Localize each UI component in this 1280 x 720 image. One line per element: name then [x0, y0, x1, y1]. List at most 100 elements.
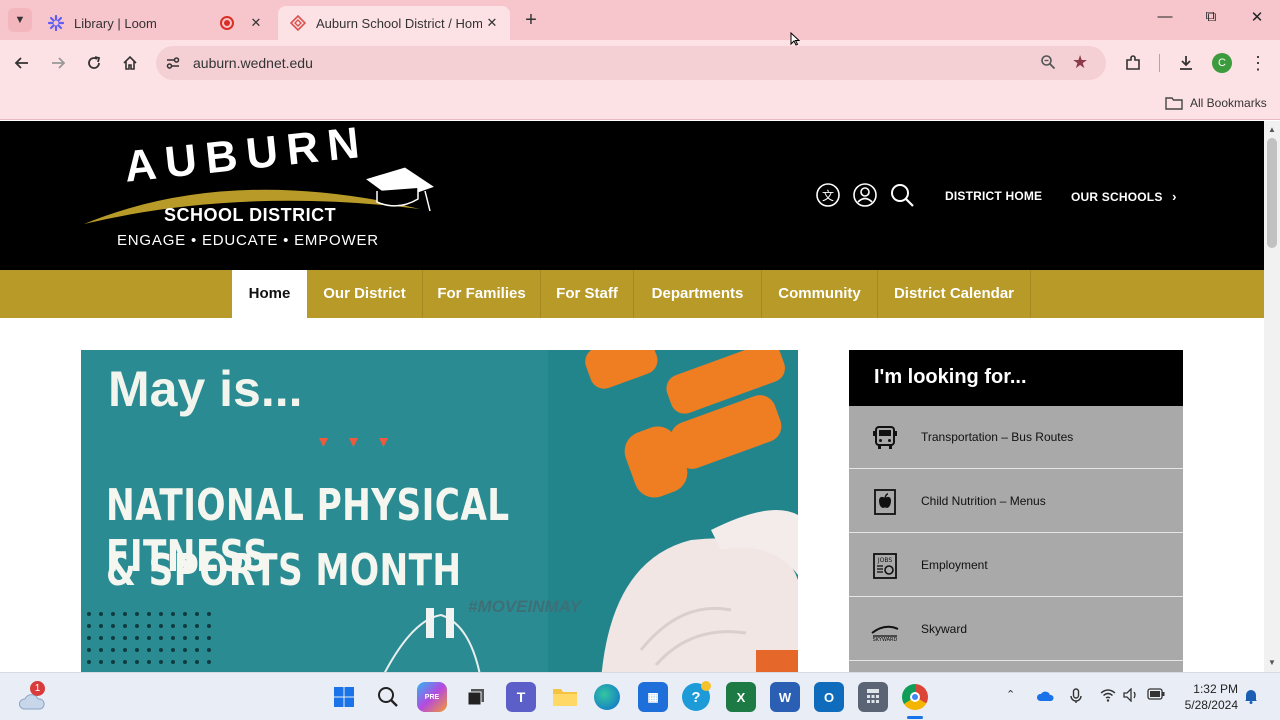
looking-for-label: Skyward	[921, 622, 968, 636]
svg-text:文: 文	[822, 188, 834, 203]
reload-icon[interactable]	[81, 50, 107, 76]
our-schools-link[interactable]: OUR SCHOOLS ›	[1071, 189, 1177, 204]
mouse-cursor-icon	[790, 31, 801, 51]
nav-community[interactable]: Community	[762, 270, 878, 318]
word-icon[interactable]: W	[770, 682, 800, 712]
forward-icon[interactable]	[45, 50, 71, 76]
close-window-icon[interactable]: ✕	[1234, 8, 1280, 32]
edge-icon[interactable]	[594, 684, 620, 710]
apple-icon	[874, 489, 896, 515]
hero-banner[interactable]: May is... NATIONAL PHYSICAL FITNESS & SP…	[81, 350, 798, 672]
scroll-up-icon[interactable]: ▲	[1268, 125, 1276, 134]
main-navigation: Home Our District For Families For Staff…	[0, 270, 1264, 318]
jobs-icon: JOBS	[873, 553, 897, 579]
our-schools-label: OUR SCHOOLS	[1071, 190, 1163, 204]
notification-bell-icon[interactable]	[1244, 688, 1258, 707]
hero-line-3: & SPORTS MONTH	[106, 545, 462, 596]
all-bookmarks-label: All Bookmarks	[1190, 96, 1267, 110]
search-icon[interactable]	[889, 182, 915, 208]
browser-tab-bar: ▼ Library | Loom ✕ Auburn School Distric…	[0, 0, 1280, 40]
taskbar-search-icon[interactable]	[373, 682, 403, 712]
looking-for-item[interactable]: Child Nutrition – Menus	[849, 470, 1183, 533]
help-badge	[701, 681, 711, 691]
site-header: AUBURN SCHOOL DISTRICT ENGAGE • EDUCATE …	[0, 121, 1264, 270]
weather-widget[interactable]: 1	[18, 681, 48, 710]
menu-icon[interactable]: ⋮	[1245, 50, 1271, 76]
system-clock[interactable]: 1:32 PM 5/28/2024	[1180, 681, 1238, 713]
battery-icon[interactable]	[1147, 688, 1165, 703]
translate-icon[interactable]: 文	[815, 182, 841, 208]
downloads-icon[interactable]	[1173, 50, 1199, 76]
nav-for-staff[interactable]: For Staff	[541, 270, 634, 318]
show-hidden-icons[interactable]: ⌃	[1006, 688, 1015, 701]
looking-for-item[interactable]: Transportation – Bus Routes	[849, 406, 1183, 469]
looking-for-label: Child Nutrition – Menus	[921, 494, 1046, 508]
district-home-link[interactable]: DISTRICT HOME	[945, 189, 1042, 203]
tab-title: Auburn School District / Homep	[316, 15, 482, 31]
extensions-icon[interactable]	[1120, 50, 1146, 76]
copilot-icon[interactable]: PRE	[417, 682, 447, 712]
nav-our-district[interactable]: Our District	[307, 270, 423, 318]
folder-icon	[1165, 97, 1183, 110]
looking-for-title: I'm looking for...	[849, 350, 1183, 406]
looking-for-panel: I'm looking for... Transportation – Bus …	[849, 350, 1183, 672]
weather-badge: 1	[30, 681, 45, 696]
clock-time: 1:32 PM	[1193, 682, 1238, 696]
address-bar[interactable]: auburn.wednet.edu ★	[156, 46, 1106, 80]
tab-search-button[interactable]: ▼	[8, 8, 32, 32]
loom-icon	[48, 15, 64, 31]
new-tab-icon[interactable]: +	[520, 8, 542, 32]
nav-district-calendar[interactable]: District Calendar	[878, 270, 1031, 318]
onedrive-icon[interactable]	[1036, 690, 1054, 705]
nav-home[interactable]: Home	[232, 270, 307, 318]
home-icon[interactable]	[117, 50, 143, 76]
close-tab-icon[interactable]: ✕	[482, 15, 502, 31]
looking-for-label: Transportation – Bus Routes	[921, 430, 1074, 444]
skyward-icon: SKYWARD	[871, 625, 899, 643]
wifi-icon[interactable]	[1100, 688, 1116, 705]
nav-departments[interactable]: Departments	[634, 270, 762, 318]
district-logo[interactable]: AUBURN SCHOOL DISTRICT ENGAGE • EDUCATE …	[80, 121, 445, 254]
task-view-icon[interactable]	[461, 682, 491, 712]
minimize-icon[interactable]: —	[1142, 8, 1188, 32]
outlook-icon[interactable]: O	[814, 682, 844, 712]
bookmark-star-icon[interactable]: ★	[1072, 53, 1088, 71]
tab-loom[interactable]: Library | Loom ✕	[36, 6, 274, 40]
restore-icon[interactable]: ⧉	[1188, 8, 1234, 32]
logo-tagline: ENGAGE • EDUCATE • EMPOWER	[117, 232, 379, 249]
chrome-icon[interactable]	[902, 684, 928, 710]
page-scrollbar[interactable]: ▲ ▼	[1264, 121, 1280, 672]
tab-title: Library | Loom	[74, 15, 157, 31]
bus-icon	[873, 426, 897, 449]
store-icon[interactable]: ▦	[638, 682, 668, 712]
hero-hashtag: #MOVEINMAY	[468, 597, 582, 616]
all-bookmarks[interactable]: All Bookmarks	[1165, 94, 1267, 112]
recording-icon	[220, 16, 234, 30]
close-tab-icon[interactable]: ✕	[246, 15, 266, 31]
toolbar-divider	[1159, 54, 1160, 72]
excel-icon[interactable]: X	[726, 682, 756, 712]
looking-for-item[interactable]: JOBS Employment	[849, 534, 1183, 597]
scrollbar-thumb[interactable]	[1267, 138, 1277, 248]
site-info-icon[interactable]	[165, 55, 181, 76]
profile-avatar[interactable]: C	[1212, 53, 1232, 73]
svg-text:SKYWARD: SKYWARD	[873, 637, 898, 643]
tab-auburn[interactable]: Auburn School District / Homep ✕	[278, 6, 510, 40]
file-explorer-icon[interactable]	[550, 682, 580, 712]
web-page: AUBURN SCHOOL DISTRICT ENGAGE • EDUCATE …	[0, 121, 1264, 672]
clock-date: 5/28/2024	[1184, 698, 1238, 712]
microphone-icon[interactable]	[1070, 688, 1082, 707]
logo-subtitle: SCHOOL DISTRICT	[164, 205, 337, 225]
teams-icon[interactable]: T	[506, 682, 536, 712]
user-account-icon[interactable]	[852, 182, 878, 208]
calculator-icon[interactable]	[858, 682, 888, 712]
zoom-icon[interactable]	[1040, 54, 1056, 75]
nav-for-families[interactable]: For Families	[423, 270, 541, 318]
scroll-down-icon[interactable]: ▼	[1268, 658, 1276, 667]
start-icon[interactable]	[329, 682, 359, 712]
active-app-indicator	[907, 716, 923, 719]
volume-icon[interactable]	[1123, 687, 1139, 705]
back-icon[interactable]	[9, 50, 35, 76]
url-text: auburn.wednet.edu	[193, 55, 313, 71]
looking-for-item[interactable]: SKYWARD Skyward	[849, 598, 1183, 661]
